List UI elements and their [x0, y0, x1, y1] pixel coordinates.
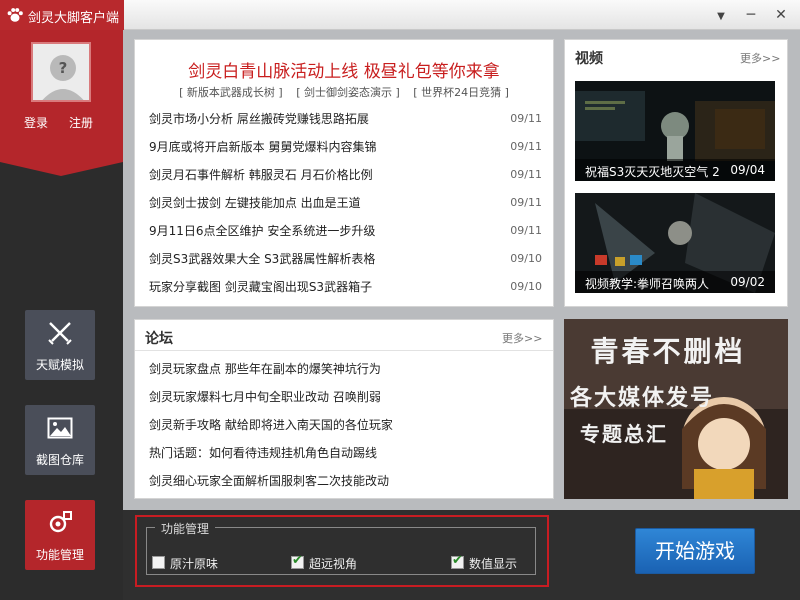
banner-line3: 专题总汇	[580, 422, 668, 446]
chevron-down-icon: ▼	[717, 11, 725, 22]
forum-section-title: 论坛	[145, 331, 173, 347]
video-date: 09/04	[730, 163, 765, 177]
crossed-swords-icon	[48, 322, 72, 345]
checkbox-label: 数值显示	[469, 557, 518, 571]
window-title: 剑灵大脚客户端	[28, 11, 120, 26]
news-title: 剑灵市场小分析 屌丝搬砖党赚钱思路拓展	[149, 112, 369, 126]
sidebar: ? 登录 注册 天赋模拟 截图仓库 功能管理	[0, 30, 123, 600]
news-date: 09/10	[510, 280, 542, 293]
checkbox-label: 超远视角	[309, 557, 358, 571]
divider	[135, 350, 553, 351]
default-avatar-icon: ?	[33, 44, 89, 100]
list-item[interactable]: 剑灵细心玩家全面解析国服刺客二次技能改动	[149, 472, 543, 492]
user-panel: ? 登录 注册	[0, 30, 123, 162]
video-title: 视频教学:拳师召唤两人	[585, 277, 710, 291]
news-date: 09/11	[510, 112, 542, 125]
menu-dropdown-button[interactable]: ▼	[708, 2, 734, 28]
sidebar-item-label: 功能管理	[35, 548, 84, 562]
news-tags: [ 新版本武器成长树 ] [ 剑士御剑姿态演示 ] [ 世界杯24日竞猜 ]	[135, 84, 553, 100]
list-item[interactable]: 剑灵月石事件解析 韩服灵石 月石价格比例 09/11	[149, 166, 542, 186]
user-panel-pointer	[0, 162, 123, 176]
list-item[interactable]: 剑灵玩家盘点 那些年在副本的爆笑神坑行为	[149, 360, 543, 380]
avatar[interactable]: ?	[31, 42, 91, 102]
news-title: 9月11日6点全区维护 安全系统进一步升级	[149, 224, 376, 238]
sidebar-item-label: 截图仓库	[35, 453, 84, 467]
list-item[interactable]: 9月底或将开启新版本 舅舅党爆料内容集锦 09/11	[149, 138, 542, 158]
list-item[interactable]: 剑灵剑士拔剑 左键技能加点 出血是王道 09/11	[149, 194, 542, 214]
list-item[interactable]: 热门话题：如何看待违规挂机角色自动踢线	[149, 444, 543, 464]
checkbox-box[interactable]	[152, 556, 165, 569]
checkbox-label: 原汁原味	[170, 557, 219, 571]
news-tag[interactable]: [ 新版本武器成长树 ]	[179, 86, 283, 99]
sidebar-item-talent-sim[interactable]: 天赋模拟	[25, 310, 95, 380]
forum-panel: 论坛 更多>> 剑灵玩家盘点 那些年在副本的爆笑神坑行为 剑灵玩家爆料七月中旬全…	[134, 319, 554, 499]
forum-more-link[interactable]: 更多>>	[502, 330, 542, 346]
news-date: 09/11	[510, 168, 542, 181]
list-item[interactable]: 9月11日6点全区维护 安全系统进一步升级 09/11	[149, 222, 542, 242]
checkmark-icon: ✔	[292, 553, 303, 568]
news-date: 09/11	[510, 140, 542, 153]
minimize-icon: ─	[746, 7, 756, 23]
banner-line1: 青春不删档	[590, 335, 745, 368]
news-headline[interactable]: 剑灵白青山脉活动上线 极昼礼包等你来拿	[135, 57, 553, 82]
checkmark-icon: ✔	[452, 553, 463, 568]
news-tag[interactable]: [ 世界杯24日竞猜 ]	[413, 86, 509, 99]
news-date: 09/11	[510, 224, 542, 237]
function-manager-highlight: 功能管理 原汁原味 ✔ 超远视角 ✔ 数值显示	[135, 515, 549, 587]
news-title: 9月底或将开启新版本 舅舅党爆料内容集锦	[149, 140, 377, 154]
sidebar-item-label: 天赋模拟	[35, 358, 84, 372]
list-item[interactable]: 剑灵玩家爆料七月中旬全职业改动 召唤削弱	[149, 388, 543, 408]
banner-line2: 各大媒体发号	[569, 385, 714, 411]
close-icon: ✕	[775, 7, 787, 23]
paw-logo-icon	[7, 8, 23, 22]
start-game-button[interactable]: 开始游戏	[635, 528, 755, 574]
list-item[interactable]: 剑灵新手攻略 献给即将进入南天国的各位玩家	[149, 416, 543, 436]
image-icon	[47, 417, 73, 439]
video-caption: 视频教学:拳师召唤两人 09/02	[575, 271, 775, 293]
main-content: 剑灵白青山脉活动上线 极昼礼包等你来拿 [ 新版本武器成长树 ] [ 剑士御剑姿…	[123, 30, 800, 600]
news-date: 09/11	[510, 196, 542, 209]
function-manager-legend: 功能管理	[155, 520, 216, 537]
video-title: 祝福S3灭天灭地灭空气 2	[585, 165, 720, 179]
checkbox-box[interactable]: ✔	[451, 553, 464, 569]
bottom-control-bar: 功能管理 原汁原味 ✔ 超远视角 ✔ 数值显示 开始游戏	[123, 510, 800, 600]
sidebar-item-function-manager[interactable]: 功能管理	[25, 500, 95, 570]
svg-text:?: ?	[59, 59, 68, 77]
news-tag[interactable]: [ 剑士御剑姿态演示 ]	[296, 86, 400, 99]
login-link[interactable]: 登录	[24, 114, 48, 131]
news-panel: 剑灵白青山脉活动上线 极昼礼包等你来拿 [ 新版本武器成长树 ] [ 剑士御剑姿…	[134, 39, 554, 307]
list-item[interactable]: 玩家分享截图 剑灵藏宝阁出现S3武器箱子 09/10	[149, 278, 542, 298]
news-title: 剑灵S3武器效果大全 S3武器属性解析表格	[149, 252, 376, 266]
news-title: 玩家分享截图 剑灵藏宝阁出现S3武器箱子	[149, 280, 373, 294]
video-date: 09/02	[730, 275, 765, 289]
checkbox-box[interactable]: ✔	[291, 553, 304, 569]
news-title: 剑灵剑士拔剑 左键技能加点 出血是王道	[149, 196, 361, 210]
video-panel: 视频 更多>> 祝福S3灭天灭地灭空气 2 09/04 视频教学:拳师召唤两人 …	[564, 39, 788, 307]
register-link[interactable]: 注册	[69, 114, 93, 131]
sidebar-item-screenshots[interactable]: 截图仓库	[25, 405, 95, 475]
title-bar[interactable]: 剑灵大脚客户端 ▼ ─ ✕	[0, 0, 800, 30]
list-item[interactable]: 剑灵S3武器效果大全 S3武器属性解析表格 09/10	[149, 250, 542, 270]
video-thumbnail[interactable]: 视频教学:拳师召唤两人 09/02	[575, 193, 775, 293]
promo-banner-image: 青春不删档 各大媒体发号 专题总汇	[564, 319, 788, 499]
video-caption: 祝福S3灭天灭地灭空气 2 09/04	[575, 159, 775, 181]
settings-icon	[49, 511, 72, 533]
minimize-button[interactable]: ─	[738, 2, 764, 28]
close-button[interactable]: ✕	[768, 2, 794, 28]
video-section-title: 视频	[575, 51, 603, 67]
video-more-link[interactable]: 更多>>	[740, 50, 780, 66]
app-logo-area: 剑灵大脚客户端	[0, 0, 124, 30]
video-thumbnail[interactable]: 祝福S3灭天灭地灭空气 2 09/04	[575, 81, 775, 181]
news-title: 剑灵月石事件解析 韩服灵石 月石价格比例	[149, 168, 373, 182]
list-item[interactable]: 剑灵市场小分析 屌丝搬砖党赚钱思路拓展 09/11	[149, 110, 542, 130]
news-date: 09/10	[510, 252, 542, 265]
promo-banner[interactable]: 青春不删档 各大媒体发号 专题总汇	[564, 319, 788, 499]
